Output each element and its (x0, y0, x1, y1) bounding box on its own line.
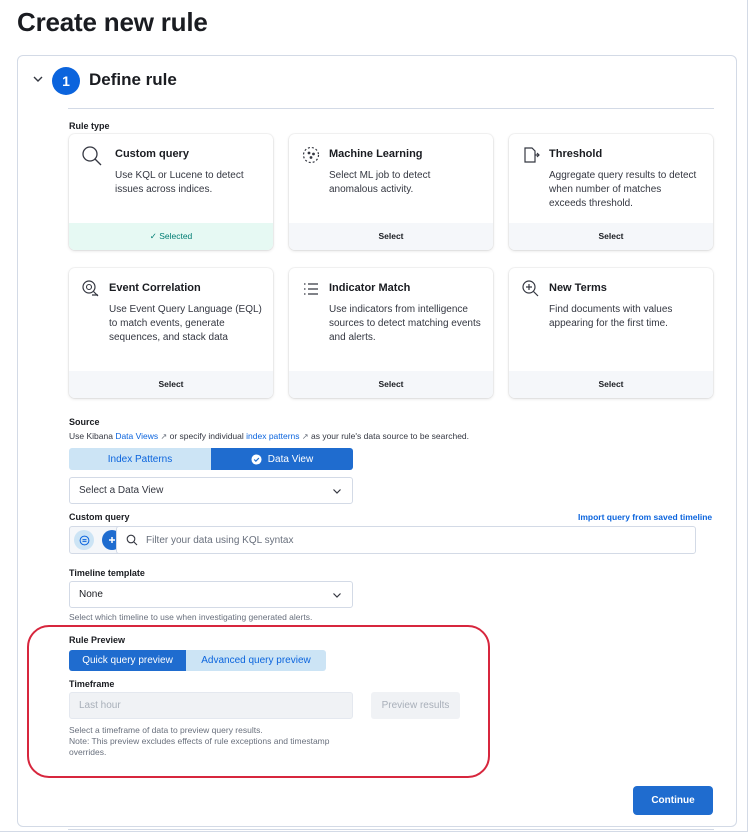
source-help: Use Kibana Data Views ↗ or specify indiv… (69, 431, 470, 441)
card-title: Threshold (549, 148, 603, 160)
card-action-label: Selected (159, 231, 193, 241)
rule-card-new-terms[interactable]: New Terms Find documents with values app… (509, 268, 713, 398)
card-selected-status[interactable]: ✓ Selected (69, 223, 273, 250)
rule-card-event-correlation[interactable]: Event Correlation Use Event Query Langua… (69, 268, 273, 398)
divider (68, 829, 714, 830)
chevron-down-icon (333, 488, 341, 494)
tab-index-patterns[interactable]: Index Patterns (69, 448, 211, 470)
continue-button[interactable]: Continue (633, 786, 713, 815)
step-header[interactable]: 1 Define rule (18, 56, 736, 108)
card-select-button[interactable]: Select (509, 223, 713, 250)
highlight-annotation (27, 625, 490, 778)
search-icon (81, 145, 102, 166)
index-patterns-link[interactable]: index patterns (246, 431, 299, 441)
kql-query-input[interactable]: Filter your data using KQL syntax (116, 526, 696, 554)
chevron-down-icon[interactable] (30, 73, 46, 89)
card-title: New Terms (549, 282, 607, 294)
external-link-icon: ↗ (301, 432, 309, 441)
source-label: Source (69, 417, 100, 427)
data-view-select[interactable]: Select a Data View (69, 477, 353, 504)
card-description: Use KQL or Lucene to detect issues acros… (115, 170, 244, 195)
ml-icon (301, 145, 321, 165)
rule-type-label: Rule type (69, 121, 110, 131)
card-select-button[interactable]: Select (509, 371, 713, 398)
rule-card-threshold[interactable]: Threshold Aggregate query results to det… (509, 134, 713, 250)
card-title: Event Correlation (109, 282, 201, 294)
card-select-button[interactable]: Select (289, 371, 493, 398)
check-circle-icon (251, 453, 262, 465)
card-title: Custom query (115, 148, 189, 160)
card-description: Select ML job to detect anomalous activi… (329, 170, 431, 195)
card-title: Indicator Match (329, 282, 411, 294)
import-query-link[interactable]: Import query from saved timeline (578, 512, 712, 523)
saved-query-icon (79, 535, 89, 545)
data-views-link[interactable]: Data Views (115, 431, 158, 441)
zoom-plus-icon (521, 279, 541, 299)
rule-card-indicator-match[interactable]: Indicator Match Use indicators from inte… (289, 268, 493, 398)
tab-data-view[interactable]: Data View (211, 448, 353, 470)
card-description: Find documents with values appearing for… (549, 304, 673, 329)
list-icon (301, 279, 321, 299)
timeline-template-select[interactable]: None (69, 581, 353, 608)
timeline-template-help: Select which timeline to use when invest… (69, 612, 313, 622)
threshold-icon (521, 145, 541, 165)
source-button-group: Index Patterns Data View (69, 448, 353, 470)
card-select-button[interactable]: Select (69, 371, 273, 398)
card-description: Aggregate query results to detect when n… (549, 170, 697, 209)
eql-icon (81, 279, 101, 299)
check-icon: ✓ (149, 231, 157, 241)
custom-query-label: Custom query (69, 512, 130, 522)
card-description: Use Event Query Language (EQL) to match … (109, 304, 262, 343)
rule-card-custom-query[interactable]: Custom query Use KQL or Lucene to detect… (69, 134, 273, 250)
timeline-template-label: Timeline template (69, 568, 145, 578)
card-description: Use indicators from intelligence sources… (329, 304, 481, 343)
saved-query-button[interactable] (74, 530, 94, 550)
card-title: Machine Learning (329, 148, 423, 160)
chevron-down-icon (333, 592, 341, 598)
divider (68, 108, 714, 109)
card-select-button[interactable]: Select (289, 223, 493, 250)
page-title: Create new rule (17, 7, 208, 37)
rule-card-machine-learning[interactable]: Machine Learning Select ML job to detect… (289, 134, 493, 250)
step-number: 1 (52, 67, 80, 95)
step-title: Define rule (89, 70, 177, 89)
search-icon (126, 534, 138, 546)
